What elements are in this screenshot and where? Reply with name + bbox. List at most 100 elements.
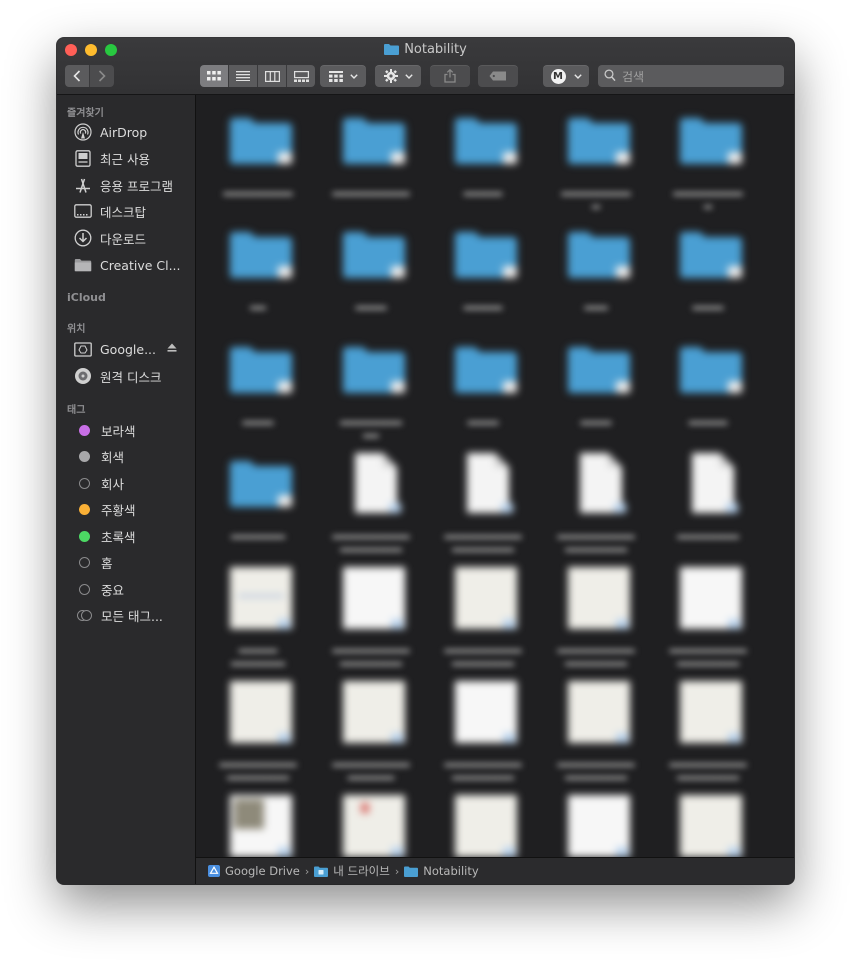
path-label: Notability bbox=[423, 864, 479, 878]
sidebar-tag-gray[interactable]: 회색 bbox=[73, 445, 191, 467]
folder-item[interactable]: ▂▂▂▂▂▂▂▂▂▂ bbox=[324, 337, 418, 442]
file-item[interactable]: ▂▂▂▂▂▂▂▂▂▂ ▂▂▂▂▂▂▂▂ bbox=[549, 565, 643, 670]
file-name-label: ▂▂ bbox=[250, 299, 266, 310]
sidebar-item-desktop[interactable]: 데스크탑 bbox=[73, 200, 191, 222]
folder-item[interactable]: ▂▂▂▂▂▂▂▂▂▂ bbox=[661, 108, 755, 213]
folder-icon bbox=[343, 118, 405, 164]
forward-button[interactable] bbox=[90, 65, 114, 87]
group-by-button[interactable] bbox=[320, 65, 366, 87]
file-item[interactable] bbox=[436, 793, 530, 857]
action-button[interactable] bbox=[375, 65, 421, 87]
sidebar-item-applications[interactable]: 응용 프로그램 bbox=[73, 174, 191, 196]
folder-item[interactable]: ▂▂▂ bbox=[549, 222, 643, 327]
share-button[interactable] bbox=[430, 65, 470, 87]
folder-item[interactable]: ▂▂▂▂ bbox=[549, 337, 643, 442]
search-input[interactable] bbox=[620, 67, 784, 87]
back-button[interactable] bbox=[65, 65, 90, 87]
folder-icon bbox=[343, 347, 405, 393]
group-icon bbox=[328, 70, 343, 82]
file-name-label: ▂▂▂▂▂▂▂▂▂▂ ▂▂▂▂▂▂▂▂ bbox=[557, 756, 635, 780]
folder-item[interactable]: ▂▂ bbox=[211, 222, 305, 327]
sidebar-section-icloud[interactable]: iCloud bbox=[67, 291, 106, 304]
sidebar-tag-green[interactable]: 초록색 bbox=[73, 525, 191, 547]
file-item[interactable]: ▂▂▂▂▂ ▂▂▂▂▂▂▂ bbox=[211, 565, 305, 670]
sidebar-item-airdrop[interactable]: AirDrop bbox=[73, 121, 191, 143]
folder-item[interactable]: ▂▂▂▂▂ bbox=[436, 108, 530, 213]
folder-item[interactable]: ▂▂▂▂▂▂▂ bbox=[211, 451, 305, 556]
sidebar-item-label: 초록색 bbox=[101, 529, 136, 545]
file-item[interactable]: ▂▂▂▂▂▂▂▂▂▂ ▂▂▂▂▂▂▂▂ bbox=[661, 679, 755, 784]
sidebar-tag-home[interactable]: 홈 bbox=[73, 551, 191, 573]
file-item[interactable]: ▂▂▂▂▂▂▂▂ bbox=[661, 451, 755, 556]
sidebar-item-recents[interactable]: 최근 사용 bbox=[73, 147, 191, 169]
sidebar-item-downloads[interactable]: 다운로드 bbox=[73, 227, 191, 249]
sidebar-item-remote-disc[interactable]: 원격 디스크 bbox=[73, 365, 191, 387]
file-item[interactable]: ▂▂▂▂▂▂▂▂▂▂ ▂▂▂▂▂▂▂▂ bbox=[549, 679, 643, 784]
file-item[interactable] bbox=[324, 793, 418, 857]
pdf-thumbnail-icon bbox=[343, 681, 405, 743]
file-name-label: ▂▂▂▂▂▂▂▂▂▂ ▂▂▂▂▂▂ bbox=[332, 756, 410, 780]
file-item[interactable]: ▂▂▂▂▂▂▂▂▂▂ ▂▂▂▂▂▂▂▂ bbox=[661, 565, 755, 670]
file-name-label: ▂▂▂▂▂▂▂▂▂▂ bbox=[673, 185, 743, 209]
path-item-google-drive[interactable]: Google Drive bbox=[208, 864, 300, 878]
file-item[interactable]: ▂▂▂▂▂▂▂▂▂▂ ▂▂▂▂▂▂▂▂ bbox=[436, 565, 530, 670]
account-menu-button[interactable]: M bbox=[543, 65, 589, 87]
recents-icon bbox=[73, 149, 93, 167]
list-view-button[interactable] bbox=[229, 65, 258, 87]
file-name-label: ▂▂▂▂▂▂▂▂ bbox=[677, 528, 739, 539]
document-icon bbox=[580, 453, 626, 513]
google-drive-icon bbox=[208, 865, 220, 877]
file-name-label: ▂▂▂▂▂ bbox=[688, 414, 728, 425]
folder-item[interactable]: ▂▂▂▂▂ bbox=[436, 222, 530, 327]
edit-tags-button[interactable] bbox=[478, 65, 518, 87]
sidebar-tag-important[interactable]: 중요 bbox=[73, 578, 191, 600]
sidebar-tag-purple[interactable]: 보라색 bbox=[73, 419, 191, 441]
folder-item[interactable]: ▂▂▂▂ bbox=[661, 222, 755, 327]
file-item[interactable]: ▂▂▂▂▂▂▂▂▂▂ ▂▂▂▂▂▂▂▂ bbox=[324, 451, 418, 556]
file-item[interactable]: ▂▂▂▂▂▂▂▂▂▂ ▂▂▂▂▂▂▂▂ bbox=[549, 451, 643, 556]
path-label: Google Drive bbox=[225, 864, 300, 878]
icon-view-button[interactable] bbox=[200, 65, 229, 87]
column-view-button[interactable] bbox=[258, 65, 287, 87]
google-drive-icon bbox=[73, 340, 93, 358]
folder-icon bbox=[680, 232, 742, 278]
path-item-notability[interactable]: Notability bbox=[404, 864, 479, 878]
folder-item[interactable]: ▂▂▂▂▂▂▂▂▂ bbox=[211, 108, 305, 213]
file-item[interactable] bbox=[661, 793, 755, 857]
path-item-my-drive[interactable]: 내 드라이브 bbox=[314, 863, 390, 879]
file-name-label: ▂▂▂▂▂ bbox=[463, 185, 503, 196]
sidebar-tag-work[interactable]: 회사 bbox=[73, 472, 191, 494]
tag-dot-icon bbox=[79, 583, 90, 595]
file-name-label: ▂▂▂▂▂▂▂▂▂▂ ▂▂▂▂▂▂▂▂ bbox=[557, 528, 635, 552]
pdf-thumbnail-icon bbox=[230, 681, 292, 743]
folder-item[interactable]: ▂▂▂▂ bbox=[324, 222, 418, 327]
sidebar-item-creative-cloud[interactable]: Creative Cl... bbox=[73, 254, 191, 276]
eject-icon[interactable] bbox=[167, 343, 177, 352]
search-field[interactable] bbox=[598, 65, 784, 87]
folder-icon bbox=[230, 232, 292, 278]
toolbar: Notability M 검색 bbox=[57, 38, 794, 95]
file-item[interactable]: ▂▂▂▂▂▂▂▂▂▂ ▂▂▂▂▂▂▂▂ bbox=[211, 679, 305, 784]
folder-item[interactable]: ▂▂▂▂ bbox=[211, 337, 305, 442]
gallery-view-button[interactable] bbox=[287, 65, 315, 87]
file-name-label: ▂▂▂▂▂ ▂▂▂▂▂▂▂ bbox=[231, 642, 285, 666]
file-item[interactable]: ▂▂▂▂▂▂▂▂▂▂ ▂▂▂▂▂▂▂▂ bbox=[436, 679, 530, 784]
file-item[interactable] bbox=[211, 793, 305, 857]
sidebar-tag-orange[interactable]: 주황색 bbox=[73, 498, 191, 520]
file-name-label: ▂▂▂▂▂▂▂▂▂▂ ▂▂▂▂▂▂▂▂ bbox=[444, 756, 522, 780]
pdf-thumbnail-icon bbox=[455, 681, 517, 743]
folder-item[interactable]: ▂▂▂▂▂▂▂▂▂▂ bbox=[549, 108, 643, 213]
folder-item[interactable]: ▂▂▂▂ bbox=[436, 337, 530, 442]
folder-item[interactable]: ▂▂▂▂▂ bbox=[661, 337, 755, 442]
folder-icon bbox=[568, 118, 630, 164]
folder-item[interactable]: ▂▂▂▂▂▂▂▂▂▂ bbox=[324, 108, 418, 213]
file-item[interactable] bbox=[549, 793, 643, 857]
chevron-down-icon bbox=[573, 73, 582, 79]
sidebar-all-tags[interactable]: 모든 태그... bbox=[73, 604, 191, 626]
sidebar-item-google-drive[interactable]: Google... bbox=[73, 338, 191, 360]
sidebar-item-label: 모든 태그... bbox=[101, 608, 163, 624]
file-item[interactable]: ▂▂▂▂▂▂▂▂▂▂ ▂▂▂▂▂▂▂▂ bbox=[436, 451, 530, 556]
file-item[interactable]: ▂▂▂▂▂▂▂▂▂▂ ▂▂▂▂▂▂ bbox=[324, 679, 418, 784]
window-title-text: Notability bbox=[404, 42, 467, 57]
file-item[interactable]: ▂▂▂▂▂▂▂▂▂▂ ▂▂▂▂▂▂▂▂ bbox=[324, 565, 418, 670]
